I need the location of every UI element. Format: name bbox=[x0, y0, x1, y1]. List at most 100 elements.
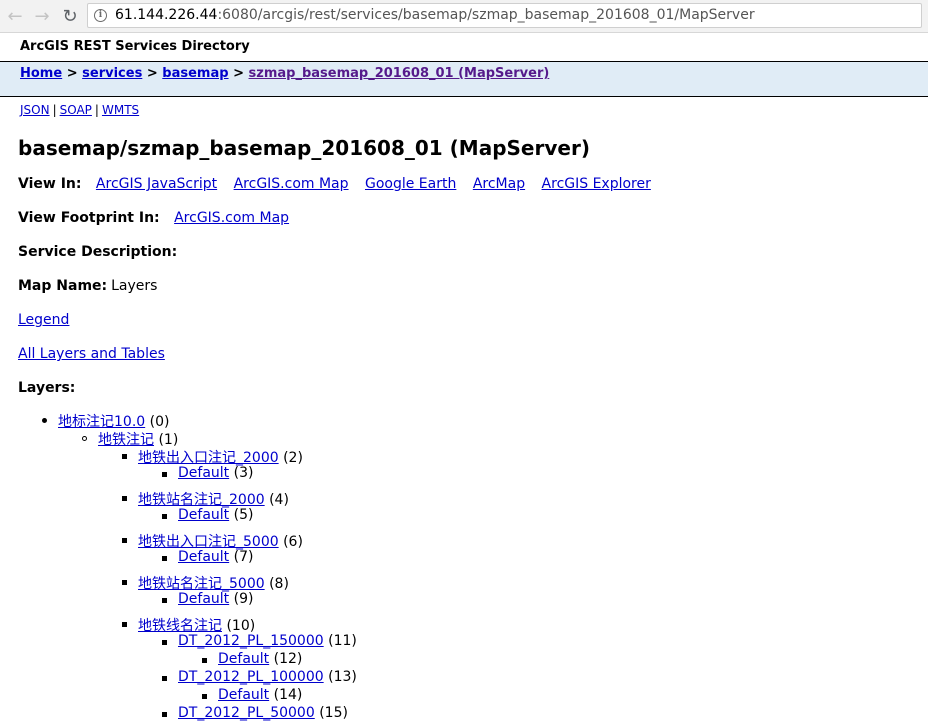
legend-row: Legend bbox=[18, 312, 81, 328]
layer-link[interactable]: Default bbox=[178, 549, 229, 565]
layer-item: 地标注记10.0 (0) bbox=[42, 411, 170, 431]
layer-id: (13) bbox=[323, 669, 357, 685]
layer-link[interactable]: Default bbox=[218, 687, 269, 703]
breadcrumb-basemap-link[interactable]: basemap bbox=[162, 66, 228, 81]
layer-id: (6) bbox=[278, 534, 303, 550]
url-host: 61.144.226.44 bbox=[115, 7, 218, 23]
view-in-label: View In: bbox=[18, 176, 82, 192]
layer-item: 地铁站名注记_5000 (8) bbox=[122, 573, 289, 593]
all-layers-link[interactable]: All Layers and Tables bbox=[18, 346, 165, 362]
layer-id: (15) bbox=[314, 705, 348, 721]
layer-id: (5) bbox=[229, 507, 254, 523]
json-link[interactable]: JSON bbox=[20, 103, 50, 117]
bullet-icon bbox=[42, 418, 47, 423]
breadcrumb-separator: > bbox=[233, 66, 244, 81]
browser-toolbar: ← → ↻ i 61.144.226.44:6080/arcgis/rest/s… bbox=[0, 0, 928, 33]
view-in-arcgis-explorer-link[interactable]: ArcGIS Explorer bbox=[542, 176, 651, 192]
breadcrumb-services-link[interactable]: services bbox=[82, 66, 142, 81]
layer-id: (9) bbox=[229, 591, 254, 607]
breadcrumb-current-link[interactable]: szmap_basemap_201608_01 (MapServer) bbox=[249, 66, 550, 81]
layer-link[interactable]: Default bbox=[218, 651, 269, 667]
layer-link[interactable]: 地铁出入口注记_2000 bbox=[138, 450, 279, 466]
bullet-icon bbox=[162, 676, 167, 681]
bullet-icon bbox=[162, 640, 167, 645]
layer-item: 地铁注记 (1) bbox=[82, 429, 179, 449]
view-in-arcgis-javascript-link[interactable]: ArcGIS JavaScript bbox=[96, 176, 217, 192]
directory-title: ArcGIS REST Services Directory bbox=[20, 39, 250, 54]
layer-link[interactable]: DT_2012_PL_50000 bbox=[178, 705, 315, 721]
layer-link[interactable]: 地铁注记 bbox=[98, 432, 154, 448]
service-description-label: Service Description: bbox=[18, 244, 178, 260]
layer-link[interactable]: 地标注记10.0 bbox=[58, 414, 145, 430]
layer-id: (7) bbox=[229, 549, 254, 565]
layer-id: (8) bbox=[264, 576, 289, 592]
bullet-icon bbox=[122, 538, 127, 543]
bullet-icon bbox=[82, 436, 87, 441]
layer-id: (3) bbox=[229, 465, 254, 481]
layer-item: Default (9) bbox=[162, 591, 254, 607]
info-icon[interactable]: i bbox=[94, 9, 107, 22]
format-separator: | bbox=[94, 103, 99, 117]
layer-link[interactable]: 地铁站名注记_5000 bbox=[138, 576, 265, 592]
breadcrumb-bar: Home > services > basemap > szmap_basema… bbox=[0, 61, 928, 97]
view-in-arcgis-com-map-link[interactable]: ArcGIS.com Map bbox=[234, 176, 349, 192]
layer-link[interactable]: 地铁出入口注记_5000 bbox=[138, 534, 279, 550]
bullet-icon bbox=[122, 622, 127, 627]
map-name-label: Map Name: bbox=[18, 278, 108, 294]
bullet-icon bbox=[122, 580, 127, 585]
bullet-icon bbox=[162, 598, 167, 603]
layer-link[interactable]: 地铁线名注记 bbox=[138, 618, 222, 634]
layer-item: 地铁出入口注记_2000 (2) bbox=[122, 447, 303, 467]
layer-link[interactable]: DT_2012_PL_100000 bbox=[178, 669, 324, 685]
breadcrumb-home-link[interactable]: Home bbox=[20, 66, 62, 81]
layer-item: Default (12) bbox=[202, 651, 303, 667]
page-title: basemap/szmap_basemap_201608_01 (MapServ… bbox=[18, 136, 590, 160]
all-layers-row: All Layers and Tables bbox=[18, 346, 177, 362]
view-in-arcmap-link[interactable]: ArcMap bbox=[473, 176, 525, 192]
bullet-icon bbox=[162, 556, 167, 561]
format-links: JSON | SOAP | WMTS bbox=[20, 103, 139, 117]
layer-link[interactable]: Default bbox=[178, 591, 229, 607]
wmts-link[interactable]: WMTS bbox=[102, 103, 139, 117]
back-arrow-icon[interactable]: ← bbox=[3, 4, 27, 28]
layer-item: DT_2012_PL_50000 (15) bbox=[162, 705, 348, 721]
address-bar[interactable]: i 61.144.226.44:6080/arcgis/rest/service… bbox=[87, 3, 922, 28]
forward-arrow-icon[interactable]: → bbox=[30, 4, 54, 28]
legend-link[interactable]: Legend bbox=[18, 312, 69, 328]
bullet-icon bbox=[202, 658, 207, 663]
view-footprint-arcgis-com-map-link[interactable]: ArcGIS.com Map bbox=[174, 210, 289, 226]
layer-id: (4) bbox=[264, 492, 289, 508]
layer-item: DT_2012_PL_100000 (13) bbox=[162, 669, 357, 685]
layer-link[interactable]: DT_2012_PL_150000 bbox=[178, 633, 324, 649]
address-url[interactable]: 61.144.226.44:6080/arcgis/rest/services/… bbox=[115, 7, 755, 23]
breadcrumb-separator: > bbox=[146, 66, 158, 81]
bullet-icon bbox=[122, 496, 127, 501]
format-separator: | bbox=[52, 103, 57, 117]
layer-link[interactable]: Default bbox=[178, 465, 229, 481]
layers-label: Layers: bbox=[18, 380, 76, 396]
soap-link[interactable]: SOAP bbox=[60, 103, 92, 117]
layer-link[interactable]: 地铁站名注记_2000 bbox=[138, 492, 265, 508]
layer-link[interactable]: Default bbox=[178, 507, 229, 523]
layer-id: (10) bbox=[222, 618, 256, 634]
layer-id: (1) bbox=[154, 432, 179, 448]
service-description-row: Service Description: bbox=[18, 244, 187, 260]
bullet-icon bbox=[122, 454, 127, 459]
bullet-icon bbox=[162, 712, 167, 717]
layer-item: 地铁出入口注记_5000 (6) bbox=[122, 531, 303, 551]
map-name-value: Layers bbox=[111, 278, 158, 294]
layers-heading-row: Layers: bbox=[18, 380, 85, 396]
page-content: ArcGIS REST Services Directory Home > se… bbox=[0, 33, 928, 723]
url-path: :6080/arcgis/rest/services/basemap/szmap… bbox=[217, 7, 755, 23]
layer-item: 地铁站名注记_2000 (4) bbox=[122, 489, 289, 509]
bullet-icon bbox=[202, 694, 207, 699]
layer-item: Default (14) bbox=[202, 687, 303, 703]
layer-id: (0) bbox=[145, 414, 170, 430]
view-in-google-earth-link[interactable]: Google Earth bbox=[365, 176, 456, 192]
layer-item: 地铁线名注记 (10) bbox=[122, 615, 256, 635]
reload-icon[interactable]: ↻ bbox=[58, 4, 82, 28]
bullet-icon bbox=[162, 472, 167, 477]
layer-id: (14) bbox=[269, 687, 303, 703]
layer-id: (11) bbox=[323, 633, 357, 649]
layer-id: (12) bbox=[269, 651, 303, 667]
